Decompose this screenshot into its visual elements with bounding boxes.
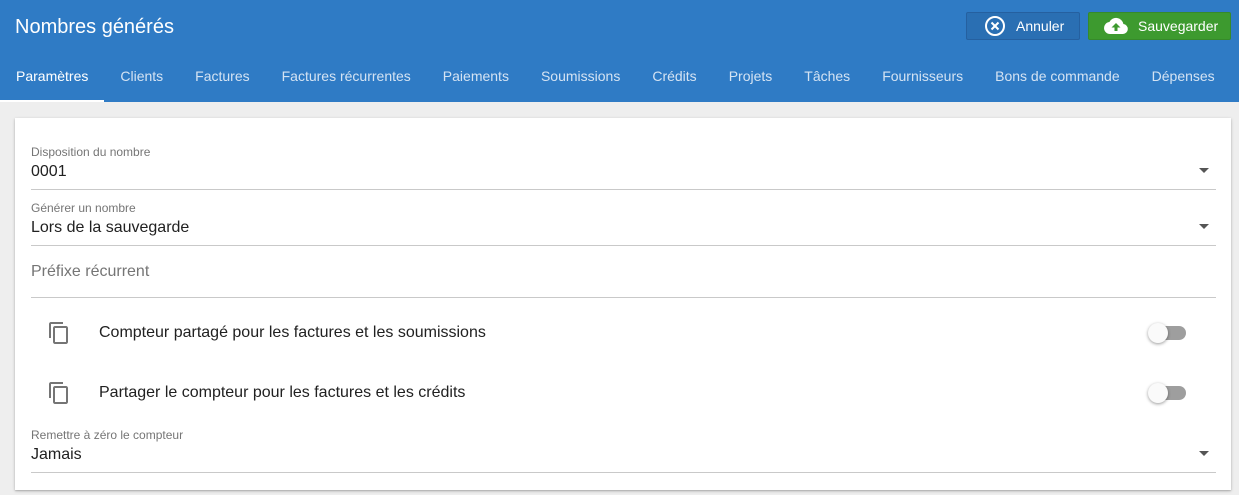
shared-counter-quotes-row: Compteur partagé pour les factures et le… xyxy=(31,313,1216,353)
save-button-label: Sauvegarder xyxy=(1138,18,1219,34)
tab-depenses[interactable]: Dépenses xyxy=(1136,56,1231,102)
reset-counter-select[interactable]: Remettre à zéro le compteur Jamais xyxy=(31,427,1216,473)
recurring-prefix-input[interactable]: Préfixe récurrent xyxy=(31,256,1216,298)
tab-soumissions[interactable]: Soumissions xyxy=(525,56,636,102)
copy-icon xyxy=(48,381,70,410)
shared-counter-quotes-toggle[interactable] xyxy=(1148,322,1188,344)
tab-bar: Paramètres Clients Factures Factures réc… xyxy=(0,56,1239,102)
close-circle-icon xyxy=(984,15,1006,37)
cloud-upload-icon xyxy=(1104,17,1128,35)
generate-number-select[interactable]: Générer un nombre Lors de la sauvegarde xyxy=(31,200,1216,246)
recurring-prefix-placeholder: Préfixe récurrent xyxy=(31,263,150,280)
generate-number-label: Générer un nombre xyxy=(31,201,136,215)
shared-counter-credits-row: Partager le compteur pour les factures e… xyxy=(31,373,1216,413)
toggle-thumb xyxy=(1148,323,1168,343)
tab-fournisseurs[interactable]: Fournisseurs xyxy=(866,56,979,102)
reset-counter-label: Remettre à zéro le compteur xyxy=(31,428,184,442)
tab-factures[interactable]: Factures xyxy=(179,56,265,102)
chevron-down-icon xyxy=(1199,224,1209,229)
tab-projets[interactable]: Projets xyxy=(713,56,789,102)
chevron-down-icon xyxy=(1199,451,1209,456)
tab-taches[interactable]: Tâches xyxy=(788,56,866,102)
cancel-button-label: Annuler xyxy=(1016,18,1065,34)
toggle-thumb xyxy=(1148,383,1168,403)
copy-icon xyxy=(48,321,70,350)
settings-card: Disposition du nombre 0001 Générer un no… xyxy=(15,118,1231,490)
chevron-down-icon xyxy=(1199,168,1209,173)
save-button[interactable]: Sauvegarder xyxy=(1088,12,1231,40)
tab-clients[interactable]: Clients xyxy=(104,56,179,102)
number-pattern-label: Disposition du nombre xyxy=(31,145,151,159)
number-pattern-select[interactable]: Disposition du nombre 0001 xyxy=(31,144,1216,190)
tab-credits[interactable]: Crédits xyxy=(636,56,712,102)
shared-counter-quotes-label: Compteur partagé pour les factures et le… xyxy=(99,324,486,341)
tab-factures-recurrentes[interactable]: Factures récurrentes xyxy=(266,56,427,102)
generate-number-value: Lors de la sauvegarde xyxy=(31,219,190,236)
shared-counter-credits-toggle[interactable] xyxy=(1148,382,1188,404)
tab-parametres[interactable]: Paramètres xyxy=(0,56,105,102)
page-title: Nombres générés xyxy=(15,16,174,38)
reset-counter-value: Jamais xyxy=(31,446,82,463)
tab-bons-de-commande[interactable]: Bons de commande xyxy=(979,56,1136,102)
app-bar: Nombres générés Annuler Sauvegarder Para… xyxy=(0,0,1239,102)
tab-paiements[interactable]: Paiements xyxy=(427,56,525,102)
number-pattern-value: 0001 xyxy=(31,163,67,180)
cancel-button[interactable]: Annuler xyxy=(966,12,1080,40)
shared-counter-credits-label: Partager le compteur pour les factures e… xyxy=(99,384,466,401)
